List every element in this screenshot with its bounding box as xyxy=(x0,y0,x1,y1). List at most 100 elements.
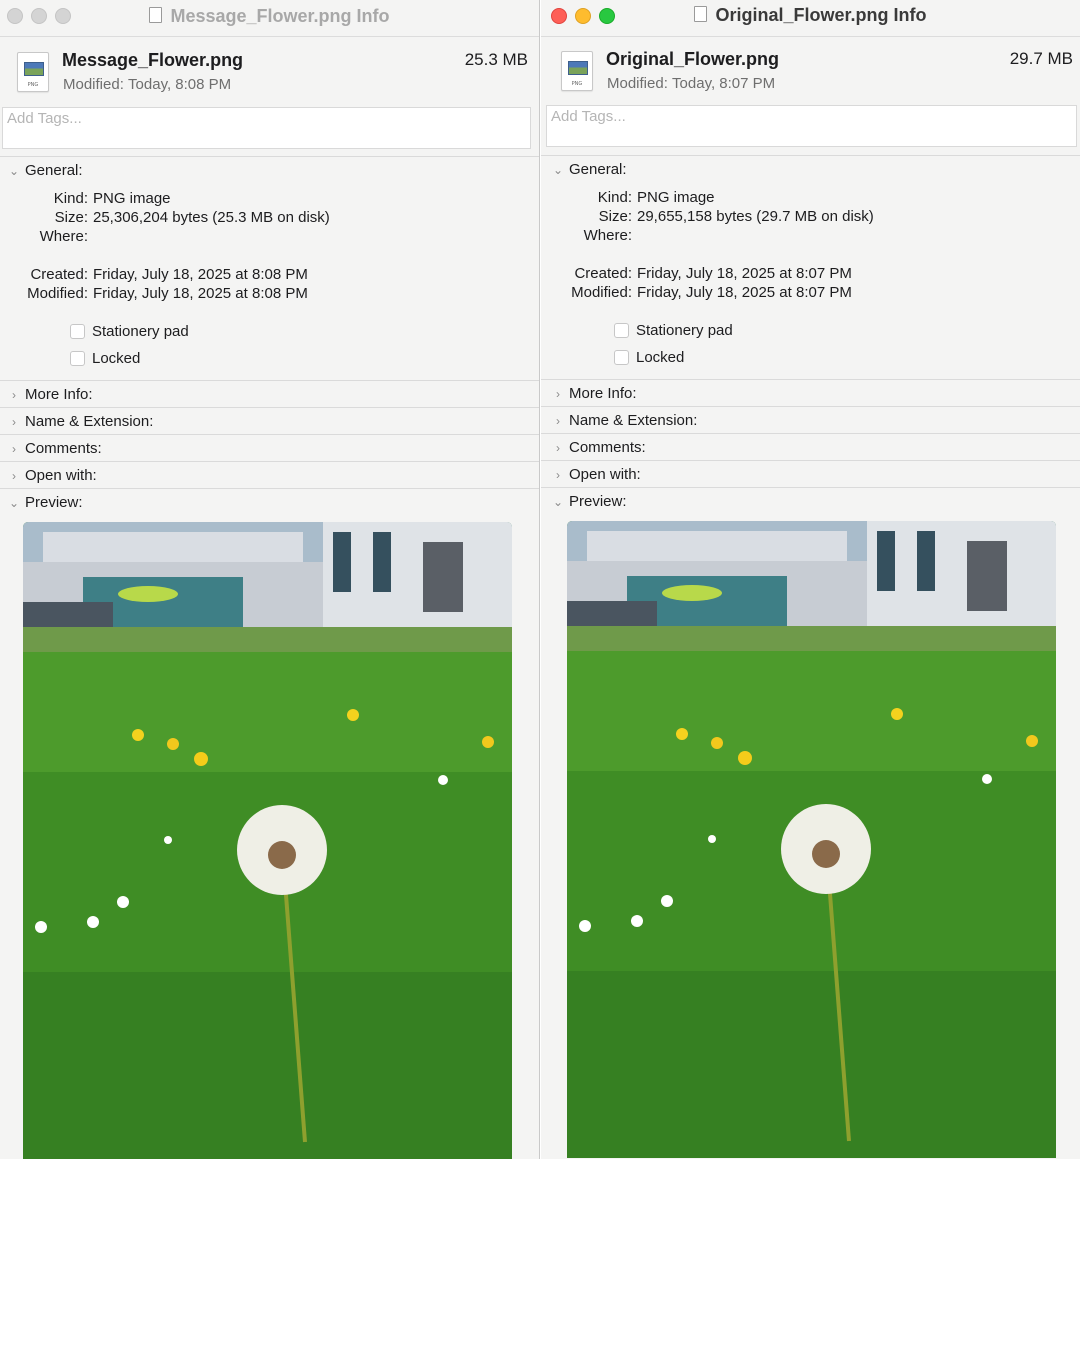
window-title-text: Original_Flower.png Info xyxy=(715,5,927,25)
modified-summary: Modified: Today, 8:07 PM xyxy=(607,75,775,92)
kind-row: Kind: PNG image xyxy=(544,189,1080,208)
modified-value: Friday, July 18, 2025 at 8:08 PM xyxy=(93,285,308,302)
section-name-extension[interactable]: › Name & Extension: xyxy=(541,412,1080,434)
document-proxy-icon[interactable] xyxy=(149,7,163,23)
stationery-pad-box[interactable] xyxy=(70,324,85,339)
chevron-right-icon[interactable]: › xyxy=(552,414,564,428)
stationery-pad-label[interactable]: Stationery pad xyxy=(636,322,733,339)
file-size-badge: 25.3 MB xyxy=(464,50,528,69)
chevron-right-icon[interactable]: › xyxy=(552,468,564,482)
kind-value: PNG image xyxy=(637,189,715,206)
locked-label[interactable]: Locked xyxy=(92,350,140,367)
window-title-text: Message_Flower.png Info xyxy=(170,6,390,26)
section-more-info[interactable]: › More Info: xyxy=(541,385,1080,407)
window-title: Original_Flower.png Info xyxy=(541,5,1080,26)
title-bar[interactable]: Original_Flower.png Info xyxy=(541,0,1080,37)
modified-summary-value: Today, 8:08 PM xyxy=(128,76,232,93)
divider xyxy=(541,460,1080,461)
chevron-down-icon[interactable]: ⌄ xyxy=(8,496,20,510)
chevron-down-icon[interactable]: ⌄ xyxy=(552,163,564,177)
size-value: 29,655,158 bytes (29.7 MB on disk) xyxy=(637,208,874,225)
kind-label: Kind: xyxy=(53,190,88,207)
created-value: Friday, July 18, 2025 at 8:07 PM xyxy=(637,265,852,282)
modified-summary-value: Today, 8:07 PM xyxy=(672,75,776,92)
file-size-badge: 29.7 MB xyxy=(1009,49,1073,68)
section-name-extension-label: Name & Extension: xyxy=(25,413,154,430)
file-name: Original_Flower.png xyxy=(606,49,780,69)
created-label: Created: xyxy=(30,266,88,283)
section-preview[interactable]: ⌄ Preview: xyxy=(0,494,539,516)
png-file-icon: PNG xyxy=(17,52,49,92)
locked-label[interactable]: Locked xyxy=(636,349,684,366)
chevron-right-icon[interactable]: › xyxy=(8,415,20,429)
tags-field[interactable] xyxy=(546,105,1077,147)
chevron-down-icon[interactable]: ⌄ xyxy=(8,164,20,178)
divider xyxy=(541,433,1080,434)
size-label: Size: xyxy=(54,209,88,226)
chevron-right-icon[interactable]: › xyxy=(8,388,20,402)
section-preview-label: Preview: xyxy=(25,494,83,511)
locked-box[interactable] xyxy=(70,351,85,366)
section-open-with[interactable]: › Open with: xyxy=(0,467,539,489)
tags-input[interactable] xyxy=(547,106,1076,127)
section-more-info[interactable]: › More Info: xyxy=(0,386,539,408)
chevron-right-icon[interactable]: › xyxy=(8,469,20,483)
section-comments-label: Comments: xyxy=(569,439,646,456)
where-label: Where: xyxy=(583,227,632,244)
section-general-label: General: xyxy=(569,161,627,178)
section-comments[interactable]: › Comments: xyxy=(0,440,539,462)
chevron-right-icon[interactable]: › xyxy=(8,442,20,456)
divider xyxy=(0,488,539,489)
file-icon-ext: PNG xyxy=(571,81,583,87)
section-preview-label: Preview: xyxy=(569,493,627,510)
tags-field[interactable] xyxy=(2,107,531,149)
tags-input[interactable] xyxy=(3,108,530,129)
section-name-extension[interactable]: › Name & Extension: xyxy=(0,413,539,435)
preview-image xyxy=(567,521,1056,1158)
section-comments[interactable]: › Comments: xyxy=(541,439,1080,461)
png-file-icon: PNG xyxy=(561,51,593,91)
stationery-pad-label[interactable]: Stationery pad xyxy=(92,323,189,340)
modified-row: Modified: Friday, July 18, 2025 at 8:08 … xyxy=(0,285,539,304)
modified-label: Modified: xyxy=(571,284,632,301)
size-row: Size: 25,306,204 bytes (25.3 MB on disk) xyxy=(0,209,539,228)
created-value: Friday, July 18, 2025 at 8:08 PM xyxy=(93,266,308,283)
section-comments-label: Comments: xyxy=(25,440,102,457)
modified-label: Modified: xyxy=(27,285,88,302)
created-row: Created: Friday, July 18, 2025 at 8:07 P… xyxy=(544,265,1080,284)
chevron-down-icon[interactable]: ⌄ xyxy=(552,495,564,509)
modified-summary: Modified: Today, 8:08 PM xyxy=(63,76,231,93)
section-more-info-label: More Info: xyxy=(25,386,93,403)
info-window-message-flower: Message_Flower.png Info PNG Message_Flow… xyxy=(0,0,540,1159)
window-title: Message_Flower.png Info xyxy=(0,6,539,27)
file-header: PNG Message_Flower.png Modified: Today, … xyxy=(0,37,539,105)
divider xyxy=(0,407,539,408)
created-row: Created: Friday, July 18, 2025 at 8:08 P… xyxy=(0,266,539,285)
divider xyxy=(0,461,539,462)
divider xyxy=(541,406,1080,407)
section-open-with-label: Open with: xyxy=(25,467,97,484)
section-general[interactable]: ⌄ General: xyxy=(0,162,539,184)
divider xyxy=(0,434,539,435)
file-icon-ext: PNG xyxy=(27,82,39,88)
where-row: Where: xyxy=(0,228,539,247)
divider xyxy=(541,155,1080,156)
size-value: 25,306,204 bytes (25.3 MB on disk) xyxy=(93,209,330,226)
kind-value: PNG image xyxy=(93,190,171,207)
locked-box[interactable] xyxy=(614,350,629,365)
info-window-original-flower: Original_Flower.png Info PNG Original_Fl… xyxy=(541,0,1080,1159)
section-general[interactable]: ⌄ General: xyxy=(541,161,1080,183)
section-open-with[interactable]: › Open with: xyxy=(541,466,1080,488)
stationery-pad-box[interactable] xyxy=(614,323,629,338)
where-row: Where: xyxy=(544,227,1080,246)
document-proxy-icon[interactable] xyxy=(694,6,708,22)
chevron-right-icon[interactable]: › xyxy=(552,387,564,401)
kind-row: Kind: PNG image xyxy=(0,190,539,209)
section-preview[interactable]: ⌄ Preview: xyxy=(541,493,1080,515)
divider xyxy=(541,487,1080,488)
kind-label: Kind: xyxy=(597,189,632,206)
divider xyxy=(541,379,1080,380)
size-row: Size: 29,655,158 bytes (29.7 MB on disk) xyxy=(544,208,1080,227)
chevron-right-icon[interactable]: › xyxy=(552,441,564,455)
title-bar[interactable]: Message_Flower.png Info xyxy=(0,0,539,37)
